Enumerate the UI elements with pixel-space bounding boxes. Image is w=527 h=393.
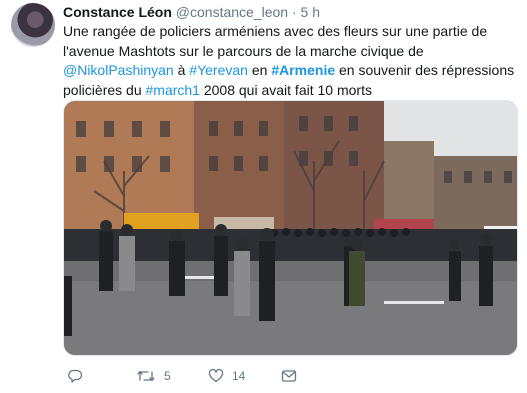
mention-link[interactable]: @NikolPashinyan [63, 62, 174, 78]
like-button[interactable]: 14 [208, 368, 245, 384]
retweet-button[interactable]: 5 [136, 368, 171, 384]
tweet-header: Constance Léon @constance_leon · 5 h [63, 3, 320, 21]
hashtag-link[interactable]: #Yerevan [189, 62, 248, 78]
avatar[interactable] [11, 3, 55, 47]
tweet-photo[interactable] [63, 100, 518, 356]
envelope-icon [281, 370, 297, 382]
tweet-text-part: 2008 qui avait fait 10 morts [199, 81, 372, 98]
reply-icon [68, 369, 83, 383]
tweet[interactable]: Constance Léon @constance_leon · 5 h Une… [0, 0, 527, 393]
retweet-count: 5 [164, 369, 171, 383]
reply-button[interactable] [67, 368, 83, 384]
author-handle[interactable]: @constance_leon [176, 4, 288, 20]
street-photo [64, 101, 517, 355]
author-name[interactable]: Constance Léon [63, 4, 172, 20]
separator: · [291, 4, 297, 20]
like-count: 14 [232, 369, 246, 383]
heart-icon [208, 368, 224, 383]
retweet-icon [137, 370, 155, 382]
hashtag-link[interactable]: #Armenie [271, 62, 335, 78]
hashtag-link[interactable]: #march1 [146, 82, 200, 98]
tweet-text-part: à [173, 62, 190, 78]
tweet-text: Une rangée de policiers arméniens avec d… [63, 22, 518, 100]
direct-message-button[interactable] [281, 368, 297, 384]
tweet-text-part: Une rangée de policiers arméniens avec d… [63, 23, 488, 59]
tweet-text-part: en [247, 62, 272, 78]
tweet-timestamp[interactable]: 5 h [301, 4, 320, 20]
